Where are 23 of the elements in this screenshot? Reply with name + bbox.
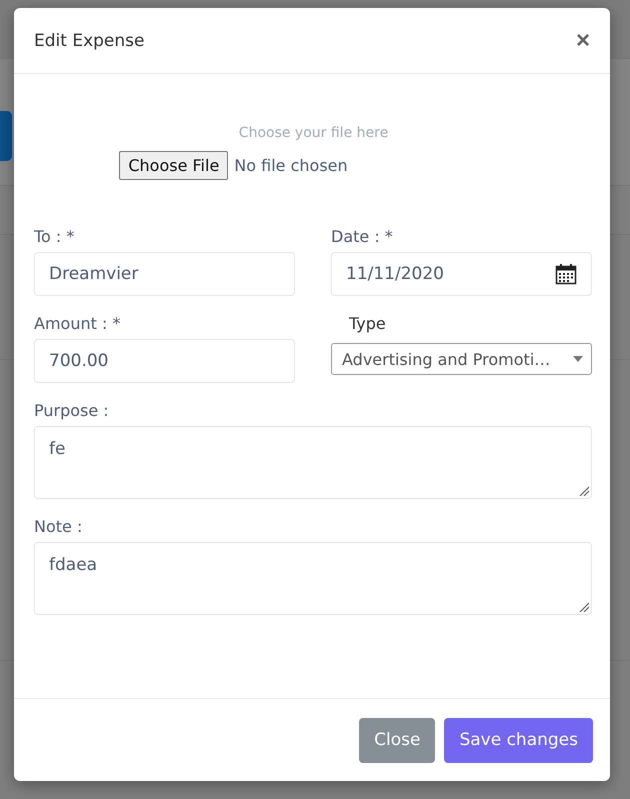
dropdown[interactable]: Advertising and Promoti… <box>331 343 592 375</box>
date-field[interactable]: 11/11/2020 <box>331 252 592 296</box>
field-label: To : * <box>34 227 76 246</box>
dialog-title: Edit Expense <box>34 30 144 50</box>
field-label: Date : * <box>331 227 394 246</box>
field-label: Note : <box>34 517 84 536</box>
close-button[interactable]: Close <box>359 718 436 762</box>
text-area[interactable]: fdaea <box>34 542 592 615</box>
text-area[interactable]: fe <box>34 426 592 499</box>
choose-file-button[interactable]: Choose File <box>119 151 228 180</box>
save-button[interactable]: Save changes <box>444 718 593 762</box>
text-field[interactable]: Dreamvier <box>34 252 295 296</box>
field-label: Purpose : <box>34 401 110 420</box>
field-label: Type <box>349 314 387 333</box>
upload-hint: Choose your file here <box>238 125 388 141</box>
close-button[interactable]: × <box>574 28 592 52</box>
calendar-icon[interactable] <box>555 263 577 285</box>
caret-icon <box>573 356 583 362</box>
file-status: No file chosen <box>234 156 348 175</box>
resize-grip-icon[interactable] <box>579 602 589 612</box>
field-label: Amount : * <box>34 314 122 333</box>
text-field[interactable]: 700.00 <box>34 339 295 383</box>
resize-grip-icon[interactable] <box>579 486 589 496</box>
